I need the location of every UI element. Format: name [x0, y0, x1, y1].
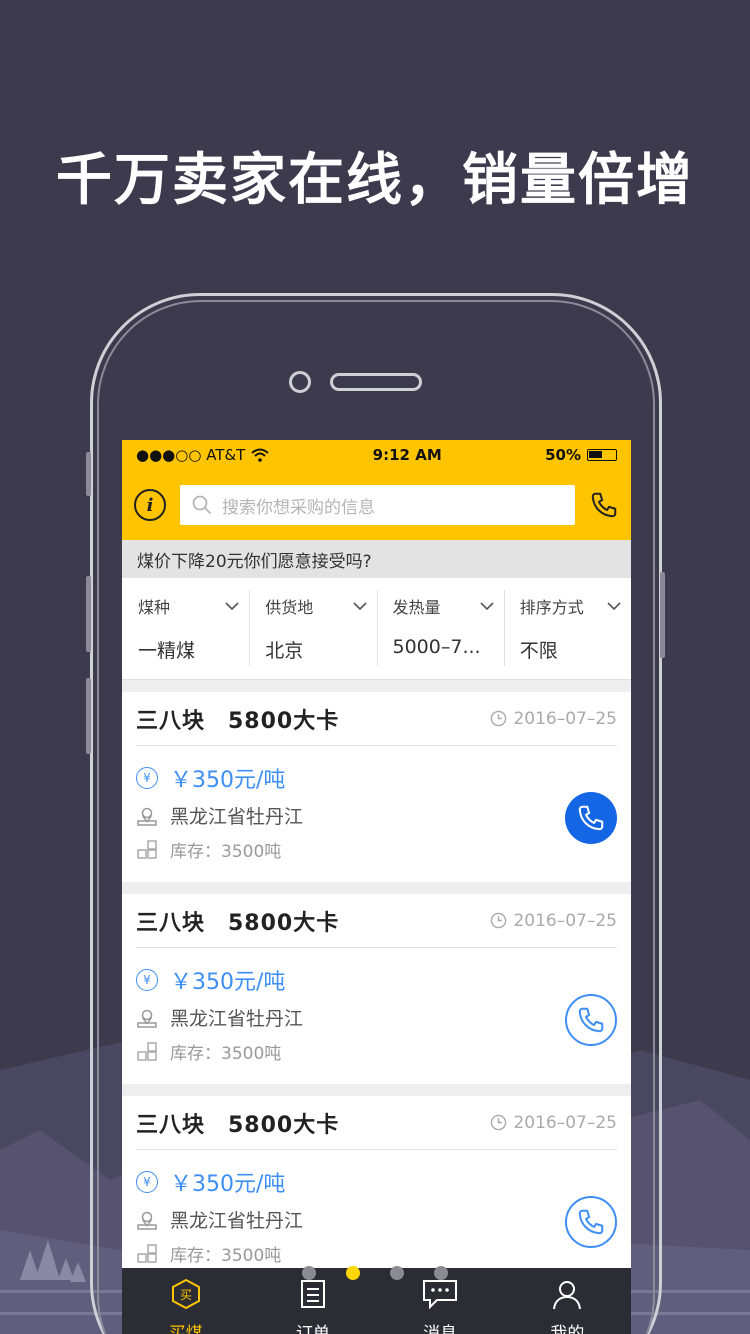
filter-dropdown[interactable]: 发热量 5000–7...	[376, 578, 504, 679]
phone-power-button	[660, 572, 665, 658]
call-seller-button[interactable]	[565, 994, 617, 1046]
listing-stock: 库存：3500吨	[170, 1044, 282, 1064]
phone-camera	[289, 371, 311, 393]
phone-speaker	[330, 373, 422, 391]
yuan-icon: ¥	[136, 969, 158, 991]
filter-value: 不限	[519, 640, 558, 662]
buy-coal-icon: 买	[170, 1278, 202, 1315]
order-list-icon	[297, 1278, 329, 1315]
phone-call-icon[interactable]	[589, 490, 619, 520]
filter-dropdown[interactable]: 排序方式 不限	[503, 578, 631, 679]
battery-icon	[586, 449, 617, 461]
filter-value: 5000–7...	[392, 636, 481, 658]
phone-call-icon	[578, 1007, 604, 1033]
tab-label: 我的	[550, 1324, 585, 1334]
battery-label: 50%	[545, 446, 581, 464]
search-input[interactable]: 搜索你想采购的信息	[180, 485, 575, 525]
filter-dropdown[interactable]: 煤种 一精煤	[122, 578, 249, 679]
carousel-dot[interactable]	[434, 1266, 448, 1280]
listing-title: 三八块 5800大卡	[136, 910, 340, 936]
phone-volume-down-button	[86, 678, 91, 754]
tab-label: 买煤	[168, 1324, 203, 1334]
call-seller-button[interactable]	[565, 792, 617, 844]
listing-date-wrap: 2016–07–25	[490, 709, 617, 729]
clock-icon	[491, 710, 507, 727]
filter-label: 排序方式	[519, 598, 584, 617]
app-screen: ●●●○○ AT&T 9:12 AM 50% i 搜索你想采购的信息 煤价下降2…	[122, 440, 631, 1334]
carousel-indicator	[0, 1266, 750, 1280]
listing-price: ￥350元/吨	[170, 768, 286, 793]
price-notice[interactable]: 煤价下降20元你们愿意接受吗?	[122, 540, 631, 578]
yuan-icon: ¥	[136, 767, 158, 789]
stock-boxes-icon	[137, 839, 157, 859]
phone-call-icon	[578, 1209, 604, 1235]
filter-value: 一精煤	[138, 640, 196, 662]
listing-date-wrap: 2016–07–25	[490, 1113, 617, 1133]
chevron-down-icon	[607, 601, 621, 610]
chevron-down-icon	[225, 601, 239, 610]
filter-label: 煤种	[138, 598, 171, 617]
listing-address: 黑龙江省牡丹江	[170, 1210, 304, 1232]
listing-date-wrap: 2016–07–25	[490, 911, 617, 931]
status-bar: ●●●○○ AT&T 9:12 AM 50%	[122, 440, 631, 470]
listing-card[interactable]: 三八块 5800大卡 2016–07–25 ¥ ￥350元/吨 黑龙江省牡丹江 …	[122, 1096, 631, 1286]
wifi-icon	[251, 448, 270, 462]
phone-mute-button	[86, 452, 91, 496]
carrier-label: ●●●○○ AT&T	[136, 446, 246, 464]
listing-stock: 库存：3500吨	[170, 842, 282, 862]
listing-address: 黑龙江省牡丹江	[170, 806, 304, 828]
listing-title: 三八块 5800大卡	[136, 1112, 340, 1138]
location-icon	[137, 807, 157, 826]
filter-label: 发热量	[392, 598, 441, 617]
yuan-icon: ¥	[136, 1171, 158, 1193]
tab-label: 订单	[295, 1324, 330, 1334]
listing-card[interactable]: 三八块 5800大卡 2016–07–25 ¥ ￥350元/吨 黑龙江省牡丹江 …	[122, 692, 631, 882]
search-icon	[192, 495, 212, 515]
chevron-down-icon	[352, 601, 367, 610]
call-seller-button[interactable]	[565, 1196, 617, 1248]
listing-list: 三八块 5800大卡 2016–07–25 ¥ ￥350元/吨 黑龙江省牡丹江 …	[122, 692, 631, 1286]
stock-boxes-icon	[137, 1243, 157, 1263]
filter-bar: 煤种 一精煤 供货地 北京 发热量 5000–7... 排序方式 不限	[122, 578, 631, 680]
location-icon	[137, 1009, 157, 1028]
listing-stock: 库存：3500吨	[170, 1246, 282, 1266]
clock-icon	[491, 912, 507, 929]
chevron-down-icon	[480, 601, 494, 610]
filter-value: 北京	[265, 640, 304, 662]
filter-label: 供货地	[265, 598, 314, 617]
listing-date: 2016–07–25	[513, 708, 617, 729]
listing-date: 2016–07–25	[513, 1112, 617, 1133]
carousel-dot[interactable]	[390, 1266, 404, 1280]
carousel-dot[interactable]	[302, 1266, 316, 1280]
filter-dropdown[interactable]: 供货地 北京	[249, 578, 376, 679]
listing-card[interactable]: 三八块 5800大卡 2016–07–25 ¥ ￥350元/吨 黑龙江省牡丹江 …	[122, 894, 631, 1084]
search-placeholder: 搜索你想采购的信息	[222, 497, 375, 518]
phone-volume-up-button	[86, 576, 91, 652]
tab-label: 消息	[423, 1324, 458, 1334]
carousel-dot[interactable]	[346, 1266, 360, 1280]
app-header: ●●●○○ AT&T 9:12 AM 50% i 搜索你想采购的信息	[122, 440, 631, 540]
listing-title: 三八块 5800大卡	[136, 708, 340, 734]
info-icon[interactable]: i	[134, 489, 166, 521]
listing-address: 黑龙江省牡丹江	[170, 1008, 304, 1030]
stock-boxes-icon	[137, 1041, 157, 1061]
promo-headline: 千万卖家在线，销量倍增	[56, 148, 694, 213]
listing-price: ￥350元/吨	[170, 1172, 286, 1197]
clock-icon	[491, 1114, 507, 1131]
phone-call-icon	[578, 805, 604, 831]
svg-text:买: 买	[180, 1288, 192, 1302]
status-time: 9:12 AM	[372, 446, 442, 464]
message-icon	[421, 1278, 459, 1315]
person-icon	[551, 1278, 583, 1315]
location-icon	[137, 1211, 157, 1230]
listing-price: ￥350元/吨	[170, 970, 286, 995]
listing-date: 2016–07–25	[513, 910, 617, 931]
